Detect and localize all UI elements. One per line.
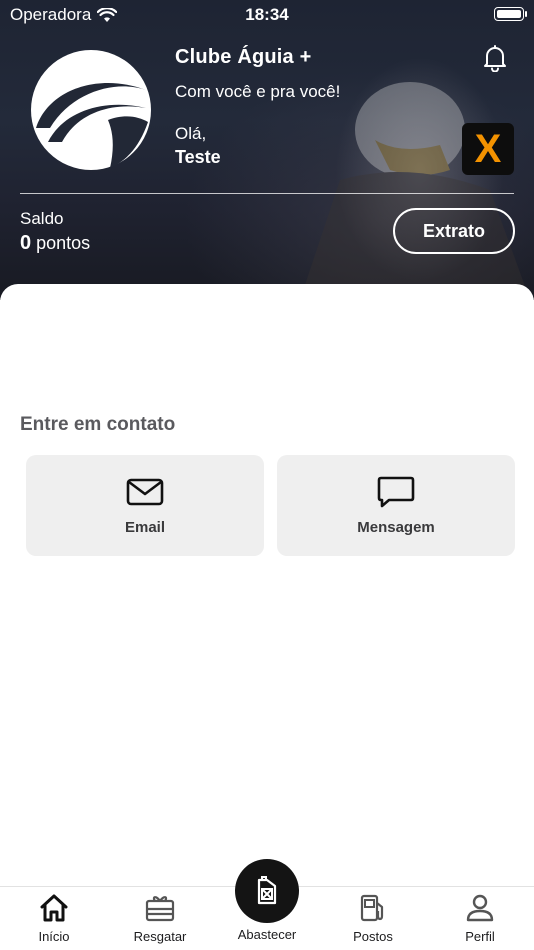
mail-icon xyxy=(126,478,164,506)
gas-station-icon xyxy=(360,894,384,922)
balance-points: 0 pontos xyxy=(20,232,90,255)
contact-section-title: Entre em contato xyxy=(20,414,176,435)
tab-profile-label: Perfil xyxy=(465,929,495,944)
bottom-tab-bar: Início Resgatar Abastecer Postos Perfil xyxy=(0,859,534,950)
refuel-fab-button[interactable] xyxy=(235,859,299,923)
battery-icon xyxy=(494,7,527,21)
partner-badge-letter: X xyxy=(474,127,502,171)
main-content: Entre em contato Email Mensagem xyxy=(0,284,534,888)
tab-stations-label: Postos xyxy=(353,929,393,944)
balance-label: Saldo xyxy=(20,209,64,228)
tab-redeem[interactable]: Resgatar xyxy=(120,893,200,944)
tab-profile[interactable]: Perfil xyxy=(440,893,520,944)
message-contact-button[interactable]: Mensagem xyxy=(277,455,515,556)
fuel-can-icon xyxy=(257,876,277,905)
header-divider xyxy=(20,193,514,194)
home-icon xyxy=(40,894,68,922)
tab-stations[interactable]: Postos xyxy=(333,893,413,944)
tab-home[interactable]: Início xyxy=(14,893,94,944)
greeting-text: Olá, xyxy=(175,124,207,143)
club-tagline: Com você e pra você! xyxy=(175,82,341,101)
message-label: Mensagem xyxy=(357,519,435,536)
club-title: Clube Águia + xyxy=(175,46,312,68)
email-contact-button[interactable]: Email xyxy=(26,455,264,556)
status-bar: Operadora 18:34 xyxy=(0,0,534,28)
email-label: Email xyxy=(124,519,166,536)
user-icon xyxy=(466,894,494,922)
tab-home-label: Início xyxy=(38,929,70,944)
gift-card-icon xyxy=(145,896,175,922)
statement-button[interactable]: Extrato xyxy=(393,208,515,254)
bell-icon[interactable] xyxy=(482,44,508,72)
status-time: 18:34 xyxy=(245,5,289,24)
tab-refuel[interactable]: Abastecer xyxy=(227,859,307,942)
header-banner: Operadora 18:34 Clube Águia + Com você e… xyxy=(0,0,534,300)
partner-badge[interactable]: X xyxy=(462,123,514,175)
club-logo xyxy=(31,50,151,170)
chat-bubble-icon xyxy=(377,476,415,508)
tab-refuel-label: Abastecer xyxy=(237,927,297,942)
tab-redeem-label: Resgatar xyxy=(133,929,187,944)
user-name: Teste xyxy=(175,147,221,167)
balance-value: 0 xyxy=(20,232,32,254)
balance-unit: pontos xyxy=(36,233,91,253)
